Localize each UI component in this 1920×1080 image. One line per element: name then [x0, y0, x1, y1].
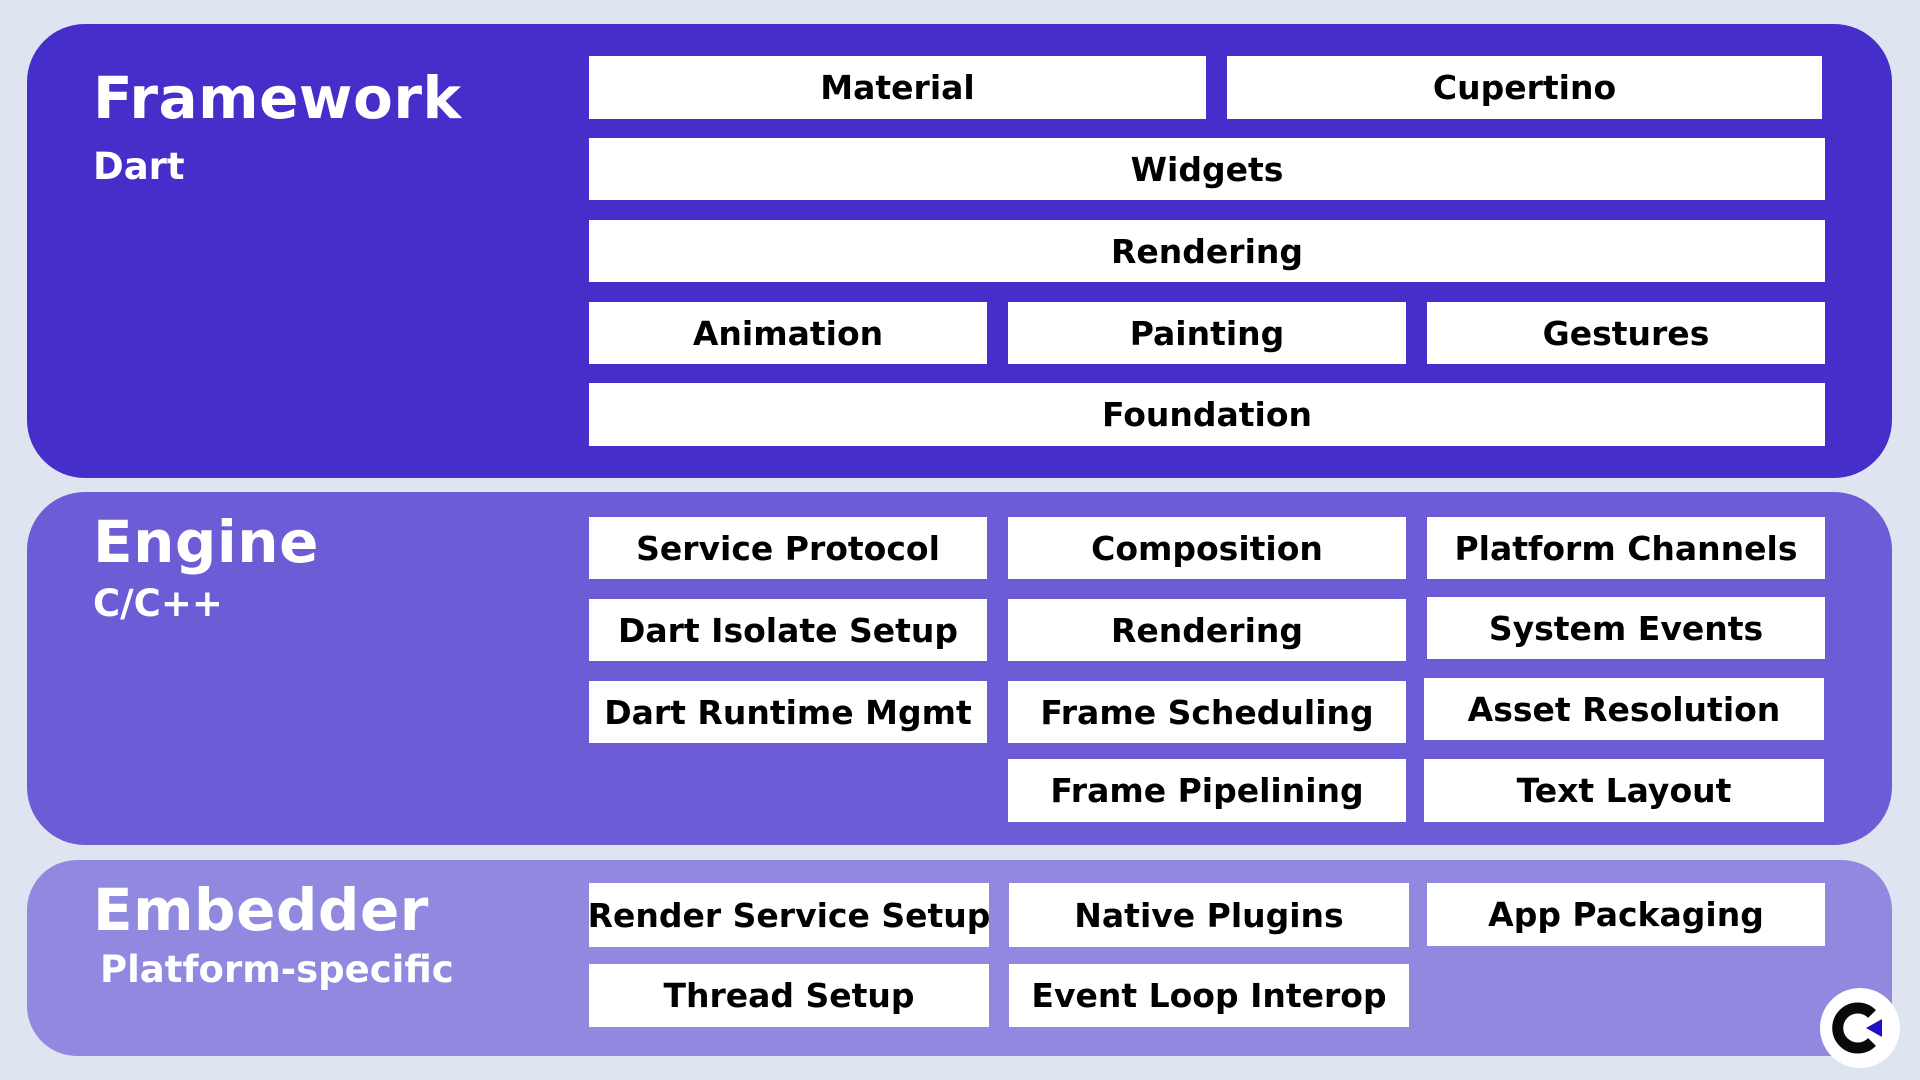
engine-component-dart-runtime-mgmt: Dart Runtime Mgmt	[589, 681, 987, 743]
engine-component-frame-scheduling: Frame Scheduling	[1008, 681, 1406, 743]
engine-component-composition: Composition	[1008, 517, 1406, 579]
framework-component-cupertino: Cupertino	[1227, 56, 1822, 119]
framework-component-animation: Animation	[589, 302, 987, 364]
embedder-layer-title: Embedder	[93, 876, 429, 944]
embedder-component-native-plugins: Native Plugins	[1009, 883, 1409, 947]
c-arrow-logo-icon	[1832, 1002, 1882, 1054]
framework-layer-subtitle: Dart	[93, 145, 185, 188]
embedder-component-event-loop-interop: Event Loop Interop	[1009, 964, 1409, 1027]
logo-arrow-icon	[1866, 1019, 1882, 1037]
embedder-component-render-service-setup: Render Service Setup	[588, 883, 990, 947]
engine-component-system-events: System Events	[1427, 597, 1825, 659]
embedder-component-app-packaging: App Packaging	[1427, 883, 1825, 946]
framework-component-material: Material	[589, 56, 1206, 119]
engine-component-service-protocol: Service Protocol	[589, 517, 987, 579]
framework-component-painting: Painting	[1008, 302, 1406, 364]
embedder-component-thread-setup: Thread Setup	[589, 964, 989, 1027]
framework-component-rendering: Rendering	[589, 220, 1825, 282]
engine-component-platform-channels: Platform Channels	[1427, 517, 1825, 579]
engine-component-frame-pipelining: Frame Pipelining	[1008, 759, 1406, 822]
engine-layer-title: Engine	[93, 508, 319, 576]
engine-component-asset-resolution: Asset Resolution	[1424, 678, 1824, 740]
framework-component-foundation: Foundation	[589, 383, 1825, 446]
framework-layer-title: Framework	[93, 64, 462, 132]
engine-layer-subtitle: C/C++	[93, 582, 223, 625]
embedder-layer-subtitle: Platform-specific	[100, 948, 454, 991]
engine-component-dart-isolate-setup: Dart Isolate Setup	[589, 599, 987, 661]
framework-component-widgets: Widgets	[589, 138, 1825, 200]
engine-component-text-layout: Text Layout	[1424, 759, 1824, 822]
framework-component-gestures: Gestures	[1427, 302, 1825, 364]
engine-component-rendering: Rendering	[1008, 599, 1406, 661]
brand-logo	[1820, 988, 1900, 1068]
